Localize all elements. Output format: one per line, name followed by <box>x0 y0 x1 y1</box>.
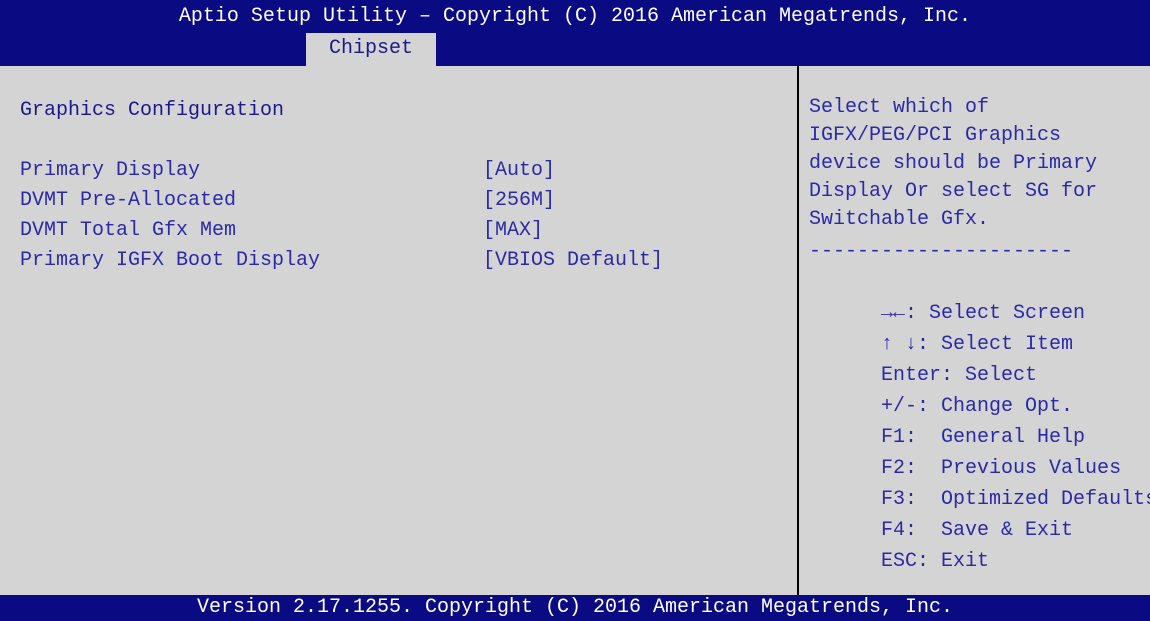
primary-igfx-boot-display-label[interactable]: Primary IGFX Boot Display <box>20 246 320 276</box>
key-hint-desc: Exit <box>929 550 990 573</box>
settings-panel: Graphics Configuration Primary Display [… <box>0 66 797 595</box>
footer-bar: Version 2.17.1255. Copyright (C) 2016 Am… <box>0 595 1150 621</box>
tab-chipset[interactable]: Chipset <box>306 33 436 66</box>
help-description-line: Switchable Gfx. <box>809 208 990 231</box>
help-description-line: device should be Primary <box>809 152 1098 175</box>
dvmt-total-gfx-mem-label[interactable]: DVMT Total Gfx Mem <box>20 216 236 246</box>
section-title: Graphics Configuration <box>20 99 285 122</box>
version-text: Version 2.17.1255. Copyright (C) 2016 Am… <box>196 596 954 619</box>
help-panel: Select which of IGFX/PEG/PCI Graphics de… <box>799 66 1150 595</box>
primary-igfx-boot-display-value[interactable]: [VBIOS Default] <box>483 246 663 276</box>
key-hint-esc: ESC: Exit <box>809 520 989 604</box>
bios-setup-screen: Aptio Setup Utility – Copyright (C) 2016… <box>0 0 1150 621</box>
dvmt-total-gfx-mem-value[interactable]: [MAX] <box>483 216 543 246</box>
window-title: Aptio Setup Utility – Copyright (C) 2016… <box>178 5 972 28</box>
help-description-line: Display Or select SG for <box>809 180 1098 203</box>
primary-display-value[interactable]: [Auto] <box>483 156 555 186</box>
title-bar: Aptio Setup Utility – Copyright (C) 2016… <box>0 0 1150 66</box>
dvmt-pre-allocated-label[interactable]: DVMT Pre-Allocated <box>20 186 236 216</box>
help-separator: ---------------------- <box>809 240 1074 263</box>
help-description-line: Select which of <box>809 96 990 119</box>
primary-display-label[interactable]: Primary Display <box>20 156 200 186</box>
key-hint-key: ESC: <box>881 550 930 573</box>
help-description-line: IGFX/PEG/PCI Graphics <box>809 124 1062 147</box>
dvmt-pre-allocated-value[interactable]: [256M] <box>483 186 555 216</box>
